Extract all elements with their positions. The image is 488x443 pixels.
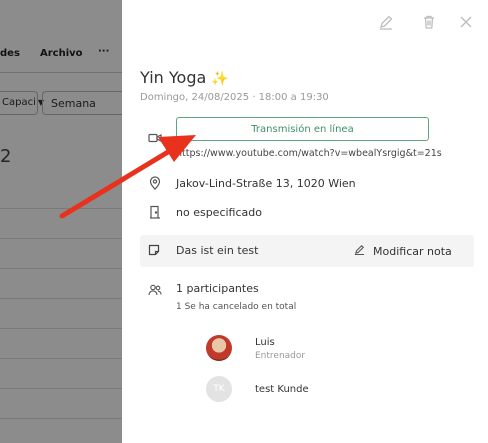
- event-room: no especificado: [176, 206, 262, 219]
- event-title-text: Yin Yoga: [140, 68, 207, 87]
- edit-note-button[interactable]: Modificar nota: [354, 244, 452, 258]
- event-title: Yin Yoga ✨: [140, 68, 229, 87]
- online-stream-button[interactable]: Transmisión en línea: [176, 117, 429, 141]
- note-icon: [148, 244, 162, 258]
- pencil-icon[interactable]: [376, 12, 396, 32]
- participant-name[interactable]: test Kunde: [255, 384, 309, 395]
- pencil-icon: [354, 244, 365, 258]
- avatar: [206, 335, 232, 361]
- cancelled-count: 1 Se ha cancelado en total: [176, 302, 297, 312]
- trash-icon[interactable]: [419, 12, 439, 32]
- users-icon: [148, 283, 162, 297]
- note-text: Das ist ein test: [176, 244, 259, 257]
- location-pin-icon: [148, 176, 162, 190]
- modal-overlay[interactable]: [0, 0, 122, 443]
- edit-note-label: Modificar nota: [373, 244, 452, 258]
- event-datetime: Domingo, 24/08/2025 · 18:00 a 19:30: [140, 92, 329, 103]
- note-box: Das ist ein test Modificar nota: [140, 235, 474, 267]
- participant-role: Entrenador: [255, 351, 306, 361]
- close-icon[interactable]: [456, 12, 476, 32]
- event-address: Jakov-Lind-Straße 13, 1020 Wien: [176, 177, 356, 190]
- stream-url-link[interactable]: https://www.youtube.com/watch?v=wbealYsr…: [176, 148, 442, 159]
- participants-count: 1 participantes: [176, 282, 259, 295]
- door-icon: [148, 205, 162, 219]
- participant-name[interactable]: Luis: [255, 337, 275, 348]
- video-camera-icon: [148, 131, 162, 145]
- avatar: TK: [206, 376, 232, 402]
- event-detail-panel: Yin Yoga ✨ Domingo, 24/08/2025 · 18:00 a…: [122, 0, 488, 443]
- sparkle-icon: ✨: [211, 71, 229, 87]
